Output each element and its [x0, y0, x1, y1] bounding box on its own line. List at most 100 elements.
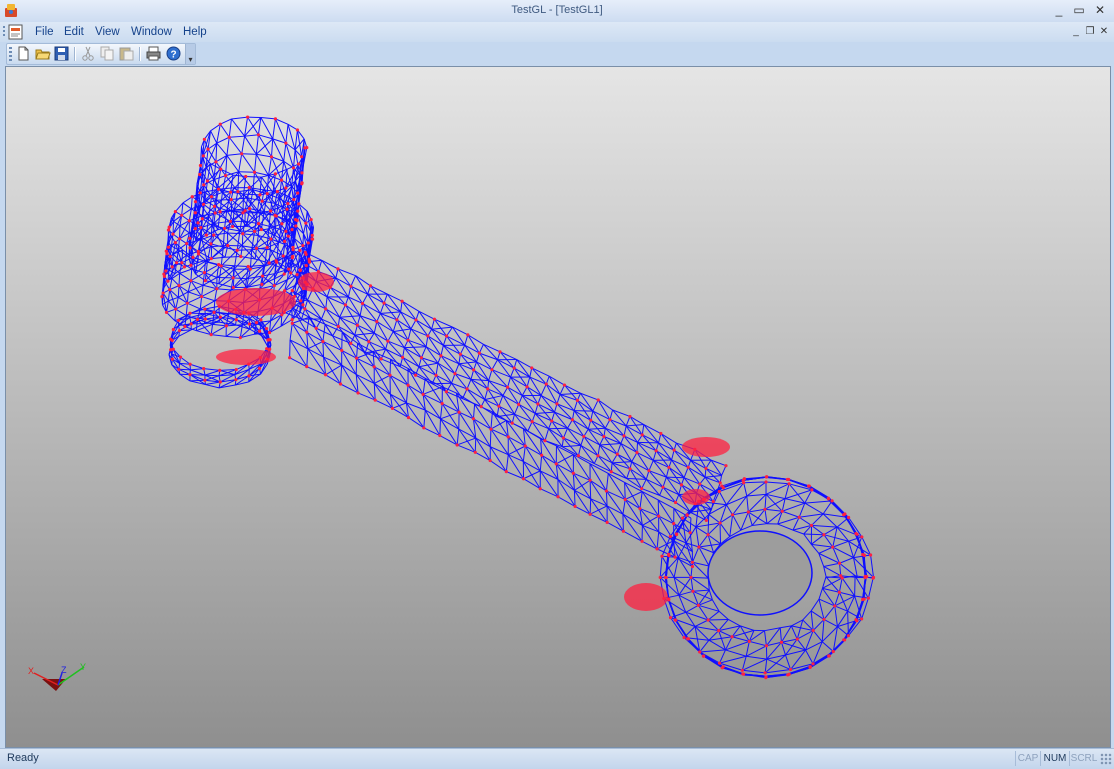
mesh-edge — [606, 473, 608, 491]
mesh-edge — [780, 626, 791, 628]
mesh-edge — [556, 464, 574, 491]
open-icon[interactable] — [34, 45, 51, 62]
mesh-edge — [227, 155, 239, 171]
mesh-node — [202, 367, 205, 370]
mesh-node — [203, 271, 206, 274]
axis-triad: X Z Y — [28, 662, 86, 691]
opengl-viewport[interactable]: X Z Y — [5, 66, 1111, 748]
mesh-edge — [855, 596, 869, 598]
mesh-node — [718, 521, 721, 524]
mesh-node — [764, 671, 767, 674]
mesh-edge — [709, 514, 720, 523]
mesh-node — [543, 439, 546, 442]
mesh-node — [171, 358, 174, 361]
status-text: Ready — [7, 752, 39, 764]
toolbar-grip[interactable] — [9, 47, 12, 61]
save-icon[interactable] — [53, 45, 70, 62]
mesh-node — [796, 638, 799, 641]
mesh-node — [203, 307, 206, 310]
mesh-node — [186, 302, 189, 305]
mesh-node — [270, 155, 273, 158]
mesh-node — [243, 209, 246, 212]
mesh-edge — [598, 400, 612, 410]
menu-file[interactable]: File — [32, 24, 57, 40]
mesh-node — [577, 454, 580, 457]
mesh-node — [355, 357, 358, 360]
mesh-node — [838, 562, 841, 565]
mesh-edge — [191, 269, 192, 281]
maximize-button[interactable]: ▭ — [1069, 2, 1089, 18]
mesh-edge — [657, 532, 659, 549]
mesh-node — [369, 284, 372, 287]
mesh-edge — [274, 274, 275, 286]
child-restore-button[interactable]: ❐ — [1084, 25, 1096, 39]
mesh-edge — [581, 445, 598, 455]
menu-window[interactable]: Window — [128, 24, 175, 40]
mesh-node — [273, 214, 276, 217]
mesh-edge — [541, 439, 542, 456]
mesh-edge — [642, 435, 658, 443]
document-icon[interactable] — [3, 23, 25, 41]
mesh-edge — [190, 364, 204, 368]
close-button[interactable]: ✕ — [1090, 2, 1110, 18]
mesh-node — [214, 211, 217, 214]
mesh-edge — [200, 297, 201, 309]
mesh-edge — [356, 276, 371, 286]
mesh-edge — [190, 369, 203, 370]
help-icon[interactable]: ? — [165, 45, 182, 62]
mesh-node — [206, 179, 209, 182]
mesh-node — [489, 459, 492, 462]
child-close-button[interactable]: ✕ — [1098, 25, 1110, 39]
mesh-edge — [823, 501, 832, 514]
mesh-node — [764, 676, 767, 679]
cut-icon[interactable] — [80, 45, 97, 62]
mesh-node — [305, 264, 308, 267]
mesh-edge — [824, 619, 837, 626]
paste-icon[interactable] — [118, 45, 135, 62]
mesh-node — [356, 324, 359, 327]
new-icon[interactable] — [15, 45, 32, 62]
mesh-edge — [674, 508, 690, 532]
menu-edit[interactable]: Edit — [61, 24, 87, 40]
mesh-edge — [187, 303, 200, 309]
child-minimize-button[interactable]: _ — [1070, 25, 1082, 39]
mesh-edge — [388, 332, 393, 341]
mesh-edge — [374, 375, 390, 383]
resize-grip[interactable] — [1100, 753, 1112, 765]
mesh-node — [168, 226, 171, 229]
print-icon[interactable] — [145, 45, 162, 62]
mesh-node — [375, 320, 378, 323]
mesh-edge — [228, 246, 241, 257]
mesh-edge — [508, 446, 525, 455]
toolbar-overflow-button[interactable]: ▾ — [185, 44, 195, 64]
mesh-edge — [839, 578, 842, 592]
mesh-node — [635, 451, 638, 454]
mesh-node — [689, 576, 692, 579]
menu-view[interactable]: View — [92, 24, 123, 40]
mesh-edge — [229, 136, 244, 137]
toolbar-separator — [139, 47, 141, 61]
mesh-node — [178, 329, 181, 332]
mesh-node — [265, 246, 268, 249]
mesh-edge — [632, 462, 647, 480]
mesh-edge — [447, 327, 453, 336]
mesh-edge — [274, 215, 275, 227]
mesh-edge — [684, 467, 688, 477]
mesh-node — [490, 368, 493, 371]
mesh-edge — [556, 455, 573, 464]
mesh-node — [507, 435, 510, 438]
mesh-edge — [253, 172, 254, 190]
mesh-node — [489, 428, 492, 431]
mesh-node — [704, 467, 707, 470]
mesh-canvas[interactable]: X Z Y — [6, 67, 1110, 747]
mesh-node — [540, 454, 543, 457]
mesh-edge — [813, 619, 824, 630]
mesh-edge — [558, 479, 574, 490]
mesh-edge — [678, 557, 691, 577]
mesh-edge — [549, 429, 564, 438]
menu-help[interactable]: Help — [180, 24, 210, 40]
mesh-edge — [186, 303, 187, 315]
copy-icon[interactable] — [99, 45, 116, 62]
mesh-node — [260, 228, 263, 231]
minimize-button[interactable]: _ — [1049, 2, 1069, 18]
